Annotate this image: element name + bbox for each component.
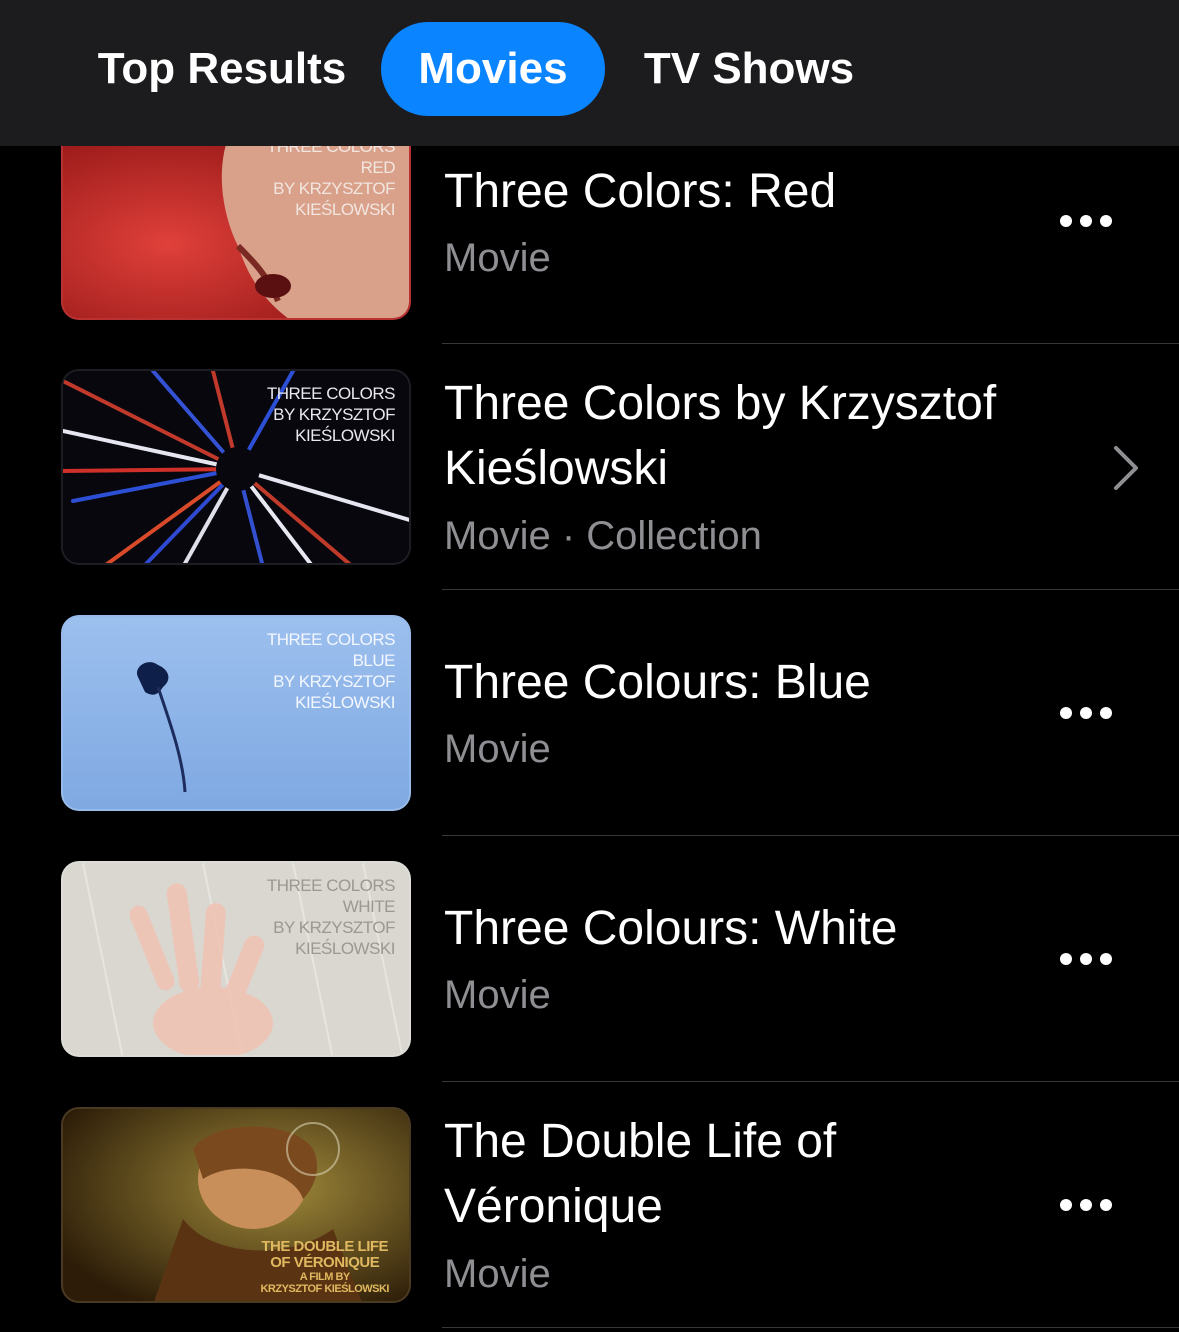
result-subtitle: Movie — [444, 727, 551, 771]
poster-thumbnail[interactable]: THREE COLORS BLUE BY KRZYSZTOF KIEŚLOWSK… — [61, 615, 411, 811]
divider — [442, 343, 1179, 344]
result-title: Three Colours: Blue — [444, 656, 871, 709]
poster-text: THREE COLORS — [266, 876, 396, 895]
poster-text: THREE COLORS — [266, 630, 396, 649]
more-icon[interactable] — [1058, 211, 1114, 231]
poster-text: BY KRZYSZTOF — [273, 179, 395, 198]
poster-text: KIEŚLOWSKI — [295, 426, 395, 445]
result-subtitle: Movie · Collection — [444, 514, 762, 558]
divider — [442, 1327, 1179, 1328]
segmented-tab-bar: Top Results Movies TV Shows — [0, 0, 1179, 146]
tab-tv-shows[interactable]: TV Shows — [625, 22, 873, 116]
poster-text: KIEŚLOWSKI — [295, 939, 395, 958]
result-title: Three Colors by Krzysztof — [444, 377, 997, 430]
more-icon[interactable] — [1058, 1195, 1114, 1215]
poster-text: THE DOUBLE LIFE — [261, 1238, 389, 1255]
tab-top-results[interactable]: Top Results — [80, 22, 364, 116]
result-title: Three Colours: White — [444, 902, 898, 955]
poster-thumbnail[interactable]: THE DOUBLE LIFE OF VÉRONIQUE A FILM BY K… — [61, 1107, 411, 1303]
poster-text: BY KRZYSZTOF — [273, 918, 395, 937]
poster-text: KIEŚLOWSKI — [295, 693, 395, 712]
poster-text: BY KRZYSZTOF — [273, 405, 395, 424]
result-title: The Double Life of — [444, 1115, 837, 1168]
result-title-line2: Véronique — [444, 1180, 663, 1233]
chevron-right-icon[interactable] — [1110, 444, 1142, 492]
poster-text: A FILM BY — [299, 1271, 351, 1283]
poster-text: KIEŚLOWSKI — [295, 200, 395, 219]
poster-text: BY KRZYSZTOF — [273, 672, 395, 691]
poster-text: OF VÉRONIQUE — [270, 1254, 380, 1271]
divider — [442, 589, 1179, 590]
result-title: Three Colors: Red — [444, 165, 837, 218]
poster-text: WHITE — [342, 897, 396, 916]
poster-thumbnail[interactable]: THREE COLORS RED BY KRZYSZTOF KIEŚLOWSKI — [61, 124, 411, 320]
poster-text: BLUE — [352, 651, 396, 670]
result-subtitle: Movie — [444, 236, 551, 280]
result-subtitle: Movie — [444, 973, 551, 1017]
result-title-line2: Kieślowski — [444, 442, 669, 495]
poster-text: KRZYSZTOF KIEŚLOWSKI — [260, 1283, 389, 1295]
result-subtitle: Movie — [444, 1252, 551, 1296]
divider — [442, 1081, 1179, 1082]
tab-movies[interactable]: Movies — [381, 22, 605, 116]
more-icon[interactable] — [1058, 949, 1114, 969]
poster-thumbnail[interactable]: THREE COLORS WHITE BY KRZYSZTOF KIEŚLOWS… — [61, 861, 411, 1057]
poster-thumbnail[interactable]: THREE COLORS BY KRZYSZTOF KIEŚLOWSKI — [61, 369, 411, 565]
poster-text: RED — [360, 158, 396, 177]
divider — [442, 835, 1179, 836]
results-list: THREE COLORS RED BY KRZYSZTOF KIEŚLOWSKI… — [0, 0, 1179, 1332]
more-icon[interactable] — [1058, 703, 1114, 723]
poster-text: THREE COLORS — [266, 384, 396, 403]
